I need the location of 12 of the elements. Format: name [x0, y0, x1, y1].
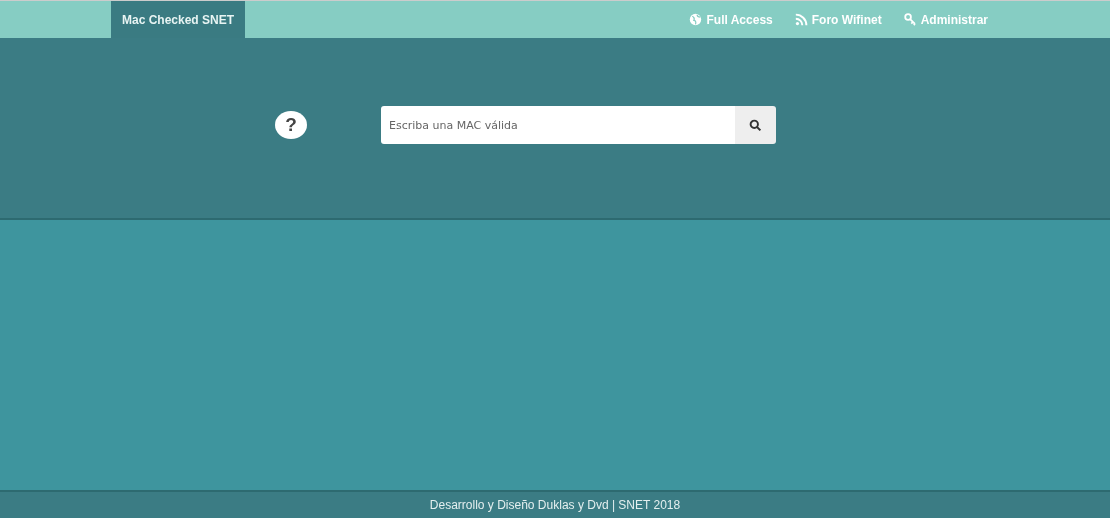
nav-link[interactable]: Full Access — [689, 12, 773, 27]
nav-link[interactable]: Administrar — [903, 12, 988, 27]
footer-text: Desarrollo y Diseño Duklas y Dvd | SNET 2018 — [429, 498, 681, 512]
search-field[interactable]: Escriba una MAC válida — [381, 106, 735, 144]
key-icon — [903, 13, 917, 26]
help-button[interactable]: ? — [275, 111, 307, 139]
globe-icon — [689, 13, 703, 26]
nav-link[interactable]: Foro Wifinet — [794, 12, 882, 27]
search-button[interactable] — [735, 106, 776, 144]
search-icon — [749, 118, 762, 132]
rss-icon — [794, 13, 808, 26]
brand-tab[interactable]: Mac Checked SNET — [111, 1, 246, 38]
